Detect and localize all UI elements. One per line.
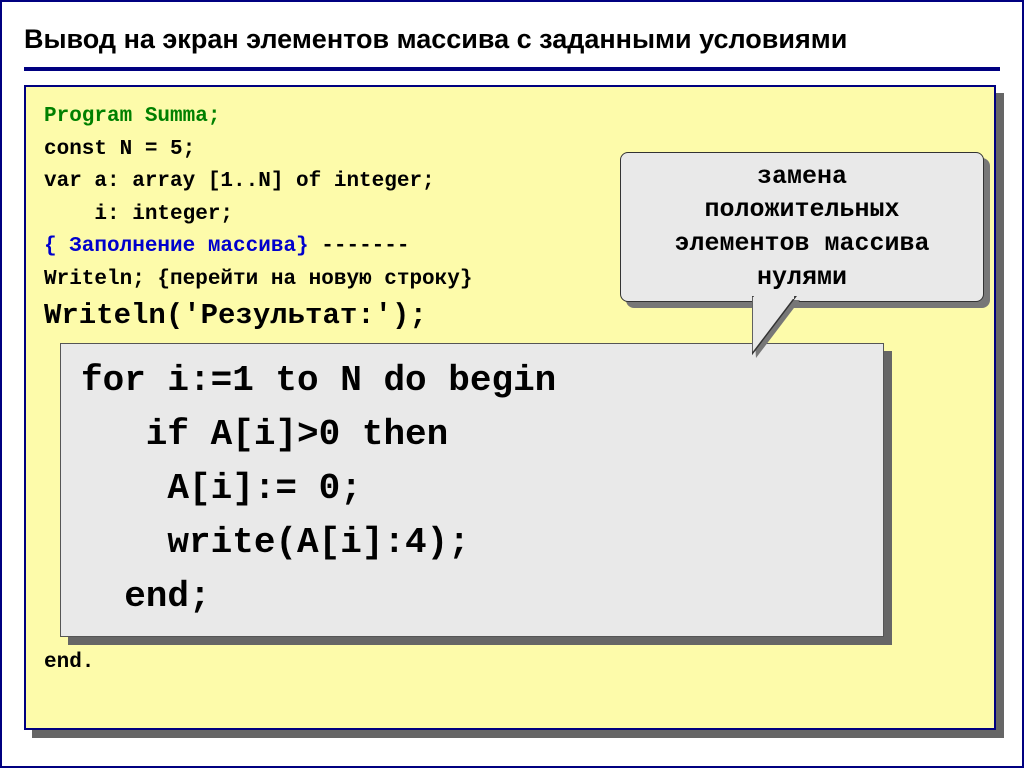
code-line: Program Summa; — [44, 101, 976, 134]
code-line: for i:=1 to N do begin — [81, 360, 556, 401]
callout-box: замена положительных элементов массива н… — [620, 152, 984, 302]
code-span: ------- — [309, 235, 410, 258]
code-container: Program Summa; const N = 5; var a: array… — [24, 85, 996, 735]
callout-line: нулями — [757, 263, 847, 292]
code-line: end; — [81, 576, 211, 617]
callout-tail-icon — [752, 296, 832, 366]
code-line: write(A[i]:4); — [81, 522, 470, 563]
slide: Вывод на экран элементов массива с задан… — [0, 0, 1024, 768]
callout-line: элементов массива — [674, 229, 929, 258]
inner-code-box: for i:=1 to N do begin if A[i]>0 then A[… — [60, 343, 884, 637]
slide-title: Вывод на экран элементов массива с задан… — [24, 24, 1000, 55]
title-underline — [24, 67, 1000, 71]
callout-line: положительных — [704, 195, 899, 224]
code-line: end. — [44, 647, 976, 680]
callout-text: замена положительных элементов массива н… — [674, 160, 929, 295]
code-box: Program Summa; const N = 5; var a: array… — [24, 85, 996, 730]
code-line: A[i]:= 0; — [81, 468, 362, 509]
code-line: if A[i]>0 then — [81, 414, 448, 455]
callout-line: замена — [757, 162, 847, 191]
code-span: { Заполнение массива} — [44, 235, 309, 258]
